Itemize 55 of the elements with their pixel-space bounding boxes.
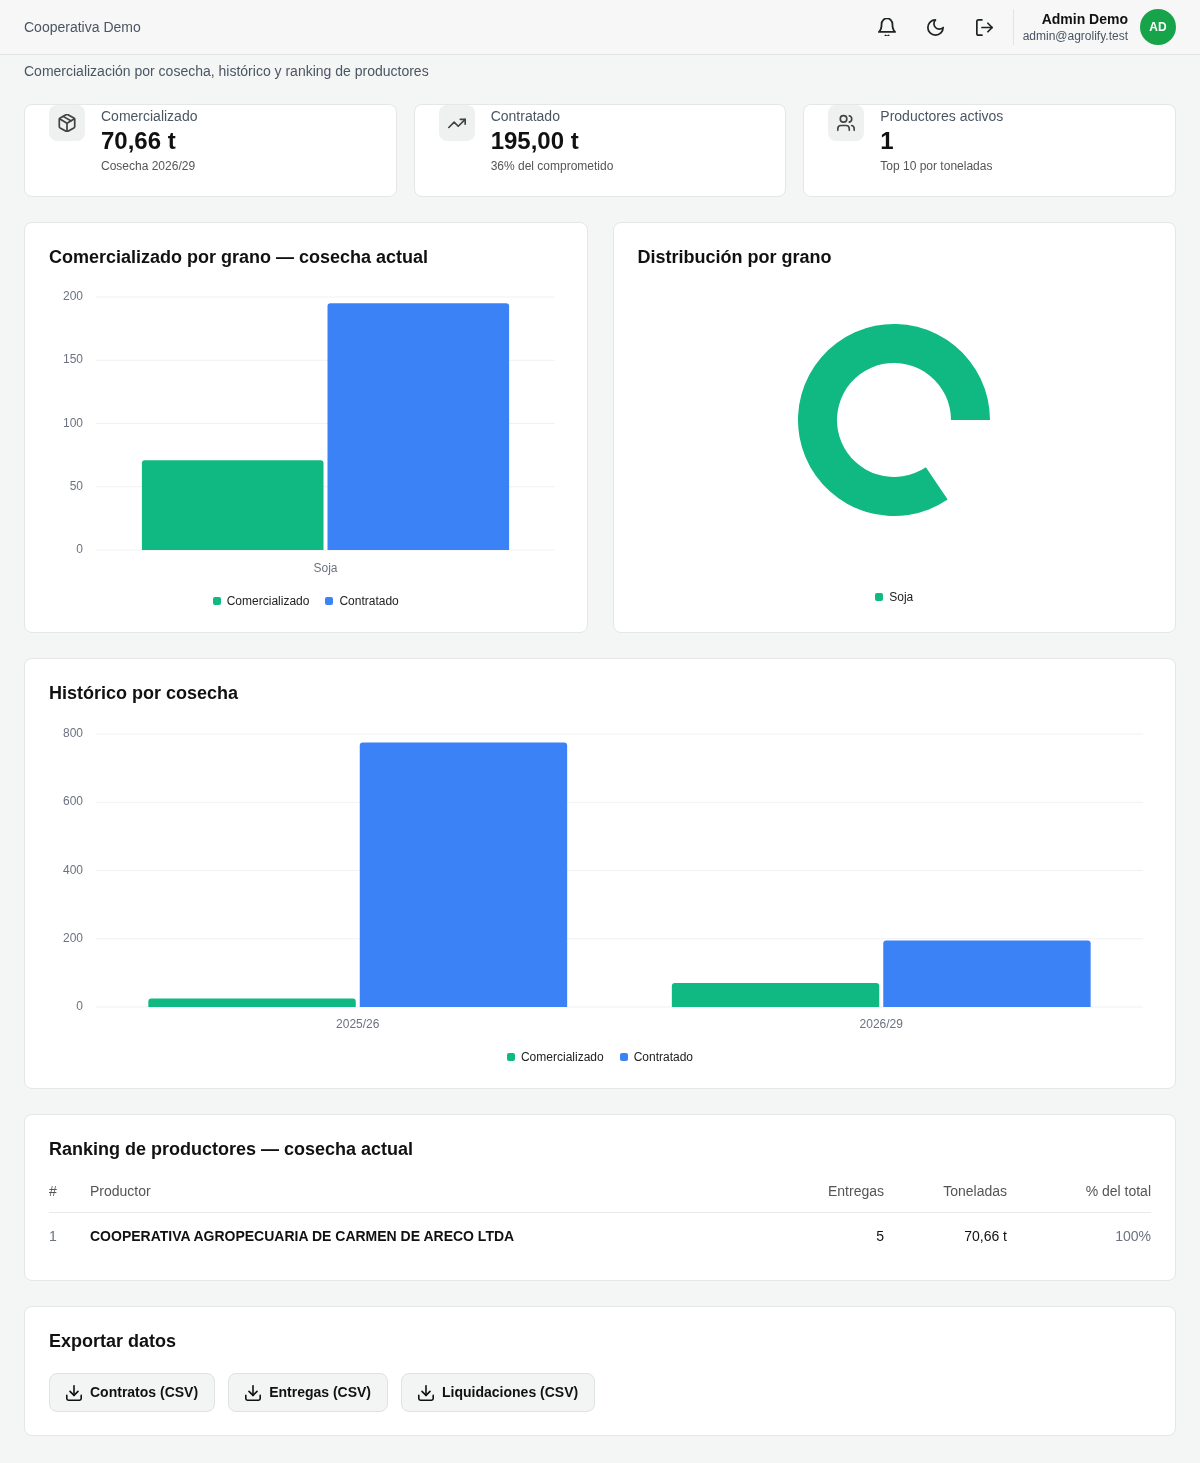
card-title: Exportar datos [49,1330,178,1353]
category-label: 2025/26 [336,1017,380,1032]
axis-tick-label: 400 [62,862,83,877]
column-header: Productor [90,1183,151,1199]
column-header: Toneladas [943,1183,1007,1199]
card-title: Distribución por grano [637,246,833,269]
user-email: admin@agrolify.test [1022,28,1128,44]
logout-icon [976,18,994,36]
column-header: # [49,1183,57,1199]
stat-label: Productores activos [880,107,1004,126]
column-header: % del total [1085,1183,1151,1199]
axis-tick-label: 600 [62,794,83,809]
table-cell: 1 [49,1228,57,1244]
axis-tick-label: 0 [76,999,83,1014]
download-icon [66,1384,82,1401]
table-cell: 5 [876,1228,884,1244]
stat-value: 195,00 t [490,126,580,156]
moon-icon [927,18,945,36]
legend-label: Soja [889,589,914,605]
card-title: Comercializado por grano — cosecha actual [49,246,430,269]
export-button[interactable]: Liquidaciones (CSV) [401,1373,596,1412]
legend-label: Contratado [339,593,399,609]
user-name: Admin Demo [1040,10,1128,28]
download-icon [245,1384,262,1401]
stat-value: 70,66 t [101,126,177,156]
stat-value: 1 [880,126,895,156]
export-button[interactable]: Entregas (CSV) [228,1373,389,1412]
column-header: Entregas [827,1183,884,1199]
legend-label: Comercializado [226,593,310,609]
card-title: Histórico por cosecha [49,682,240,705]
axis-tick-label: 200 [62,930,83,945]
axis-tick-label: 150 [62,352,83,367]
category-label: 2026/29 [859,1017,903,1032]
axis-tick-label: 800 [62,726,83,741]
bell-icon [877,18,896,36]
brand-name: Cooperativa Demo [24,19,141,35]
legend-label: Contratado [633,1049,694,1065]
stat-label: Comercializado [101,107,198,126]
export-button[interactable]: Contratos (CSV) [49,1373,216,1412]
table-cell: 100% [1115,1228,1151,1244]
stat-note: Cosecha 2026/29 [101,158,197,174]
stat-note: Top 10 por toneladas [880,158,994,174]
axis-tick-label: 200 [62,289,83,304]
table-cell: 70,66 t [964,1228,1007,1244]
page-subtitle: Comercialización por cosecha, histórico y ranking de productores [24,62,430,81]
category-label: Soja [313,561,338,576]
axis-tick-label: 100 [62,415,83,430]
legend-label: Comercializado [520,1049,604,1065]
stat-note: 36% del comprometido [490,158,614,174]
stat-label: Contratado [490,107,561,126]
download-icon [418,1384,435,1401]
axis-tick-label: 0 [76,542,83,557]
axis-tick-label: 50 [69,478,83,493]
table-cell: COOPERATIVA AGROPECUARIA DE CARMEN DE ARECO LTDA [90,1228,515,1244]
card-title: Ranking de productores — cosecha actual [49,1138,415,1161]
